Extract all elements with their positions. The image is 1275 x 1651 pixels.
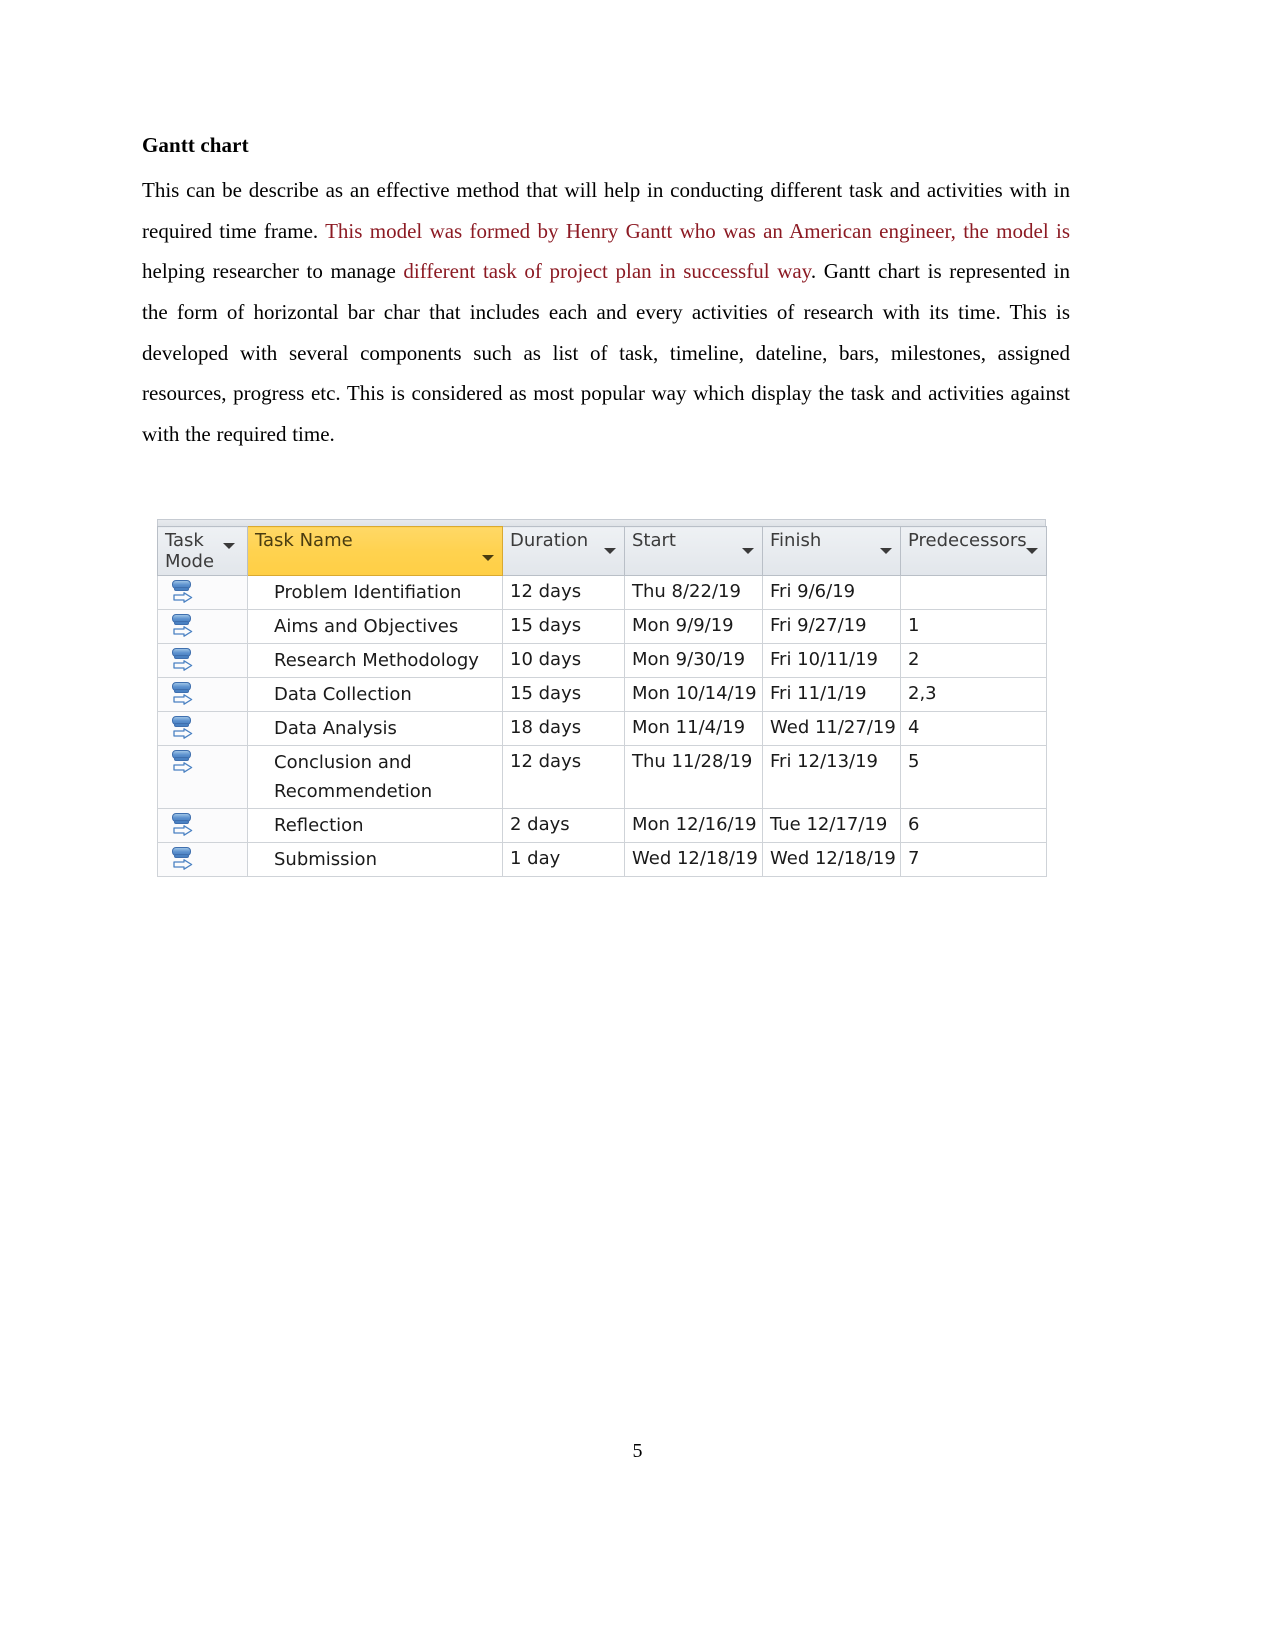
table-row[interactable]: Data Analysis 18 days Mon 11/4/19 Wed 11/27… — [157, 711, 1047, 746]
cell-task-name[interactable]: Conclusion and Recommendetion — [247, 745, 503, 809]
table-row[interactable]: Reflection 2 days Mon 12/16/19 Tue 12/17/19… — [157, 808, 1047, 843]
cell-duration[interactable]: 18 days — [502, 711, 625, 746]
auto-scheduled-icon — [172, 716, 194, 740]
table-row[interactable]: Problem Identifiation 12 days Thu 8/22/19 F… — [157, 575, 1047, 610]
cell-start[interactable]: Mon 10/14/19 — [624, 677, 763, 712]
cell-task-mode[interactable] — [157, 643, 248, 678]
table-row[interactable]: Conclusion and Recommendetion 12 days Thu … — [157, 745, 1047, 809]
column-header-predecessors[interactable]: Predecessors — [900, 526, 1047, 576]
cell-task-mode[interactable] — [157, 575, 248, 610]
column-header-duration[interactable]: Duration — [502, 526, 625, 576]
table-row[interactable]: Research Methodology 10 days Mon 9/30/19 Fr… — [157, 643, 1047, 678]
column-header-task-name-label: Task Name — [255, 530, 353, 551]
cell-task-name[interactable]: Research Methodology — [247, 643, 503, 678]
cell-finish[interactable]: Fri 12/13/19 — [762, 745, 901, 809]
cell-duration[interactable]: 15 days — [502, 609, 625, 644]
cell-duration[interactable]: 2 days — [502, 808, 625, 843]
column-header-finish[interactable]: Finish — [762, 526, 901, 576]
column-header-task-name[interactable]: Task Name — [247, 526, 503, 576]
auto-scheduled-icon — [172, 750, 194, 774]
cell-predecessors[interactable]: 5 — [900, 745, 1047, 809]
cell-task-mode[interactable] — [157, 711, 248, 746]
cell-finish[interactable]: Wed 12/18/19 — [762, 842, 901, 877]
cell-predecessors[interactable] — [900, 575, 1047, 610]
column-header-task-mode-label: Task Mode — [165, 530, 215, 572]
cell-start[interactable]: Mon 9/9/19 — [624, 609, 763, 644]
cell-task-name[interactable]: Problem Identifiation — [247, 575, 503, 610]
page-number: 5 — [632, 1440, 643, 1462]
cell-task-mode[interactable] — [157, 808, 248, 843]
cell-finish[interactable]: Fri 11/1/19 — [762, 677, 901, 712]
cell-predecessors[interactable]: 4 — [900, 711, 1047, 746]
auto-scheduled-icon — [172, 682, 194, 706]
filter-dropdown-icon[interactable] — [223, 543, 235, 549]
filter-dropdown-icon[interactable] — [604, 548, 616, 554]
cell-duration[interactable]: 1 day — [502, 842, 625, 877]
page-title: Gantt chart — [142, 133, 249, 157]
cell-finish[interactable]: Tue 12/17/19 — [762, 808, 901, 843]
table-header-row: Task Mode Task Name Duration Start Finis… — [157, 526, 1047, 576]
cell-task-mode[interactable] — [157, 745, 248, 809]
cell-start[interactable]: Wed 12/18/19 — [624, 842, 763, 877]
filter-dropdown-icon[interactable] — [742, 548, 754, 554]
paragraph-run-4: . Gantt chart is represented in the form… — [142, 259, 1070, 446]
cell-predecessors[interactable]: 2 — [900, 643, 1047, 678]
cell-duration[interactable]: 15 days — [502, 677, 625, 712]
cell-finish[interactable]: Fri 9/6/19 — [762, 575, 901, 610]
paragraph-run-3: different task of project plan in succes… — [403, 259, 811, 284]
cell-start[interactable]: Mon 9/30/19 — [624, 643, 763, 678]
column-header-start[interactable]: Start — [624, 526, 763, 576]
auto-scheduled-icon — [172, 580, 194, 604]
filter-dropdown-icon[interactable] — [880, 548, 892, 554]
task-table-body: Problem Identifiation 12 days Thu 8/22/19 F… — [157, 575, 1047, 877]
table-row[interactable]: Aims and Objectives 15 days Mon 9/9/19 Fri … — [157, 609, 1047, 644]
cell-duration[interactable]: 12 days — [502, 745, 625, 809]
cell-finish[interactable]: Fri 9/27/19 — [762, 609, 901, 644]
cell-task-name[interactable]: Aims and Objectives — [247, 609, 503, 644]
task-table: Task Mode Task Name Duration Start Finis… — [157, 526, 1047, 877]
cell-start[interactable]: Mon 12/16/19 — [624, 808, 763, 843]
column-header-task-mode[interactable]: Task Mode — [157, 526, 248, 576]
cell-task-mode[interactable] — [157, 677, 248, 712]
cell-predecessors[interactable]: 2,3 — [900, 677, 1047, 712]
body-paragraph: This can be describe as an effective met… — [142, 170, 1070, 454]
cell-predecessors[interactable]: 7 — [900, 842, 1047, 877]
paragraph-run-2: helping researcher to manage — [142, 259, 404, 284]
table-top-strip — [157, 519, 1046, 526]
column-header-duration-label: Duration — [510, 530, 589, 551]
cell-duration[interactable]: 12 days — [502, 575, 625, 610]
auto-scheduled-icon — [172, 813, 194, 837]
cell-predecessors[interactable]: 6 — [900, 808, 1047, 843]
cell-start[interactable]: Mon 11/4/19 — [624, 711, 763, 746]
cell-start[interactable]: Thu 11/28/19 — [624, 745, 763, 809]
auto-scheduled-icon — [172, 614, 194, 638]
cell-finish[interactable]: Fri 10/11/19 — [762, 643, 901, 678]
filter-dropdown-icon[interactable] — [1026, 548, 1038, 554]
auto-scheduled-icon — [172, 847, 194, 871]
cell-task-name[interactable]: Data Collection — [247, 677, 503, 712]
cell-task-name[interactable]: Reflection — [247, 808, 503, 843]
cell-start[interactable]: Thu 8/22/19 — [624, 575, 763, 610]
cell-task-name[interactable]: Submission — [247, 842, 503, 877]
column-header-finish-label: Finish — [770, 530, 822, 551]
cell-task-name[interactable]: Data Analysis — [247, 711, 503, 746]
cell-finish[interactable]: Wed 11/27/19 — [762, 711, 901, 746]
cell-task-mode[interactable] — [157, 609, 248, 644]
table-row[interactable]: Data Collection 15 days Mon 10/14/19 Fri 11… — [157, 677, 1047, 712]
column-header-start-label: Start — [632, 530, 676, 551]
column-header-predecessors-label: Predecessors — [908, 530, 1027, 551]
cell-duration[interactable]: 10 days — [502, 643, 625, 678]
cell-task-mode[interactable] — [157, 842, 248, 877]
page-content: Gantt chart This can be describe as an e… — [142, 132, 1070, 454]
cell-predecessors[interactable]: 1 — [900, 609, 1047, 644]
filter-dropdown-icon[interactable] — [482, 555, 494, 561]
table-row[interactable]: Submission 1 day Wed 12/18/19 Wed 12/18/19 7 — [157, 842, 1047, 877]
auto-scheduled-icon — [172, 648, 194, 672]
paragraph-run-1: This model was formed by Henry Gantt who… — [325, 218, 1070, 243]
gantt-task-table: Task Mode Task Name Duration Start Finis… — [157, 519, 1047, 877]
document-page: Gantt chart This can be describe as an e… — [0, 0, 1275, 1651]
